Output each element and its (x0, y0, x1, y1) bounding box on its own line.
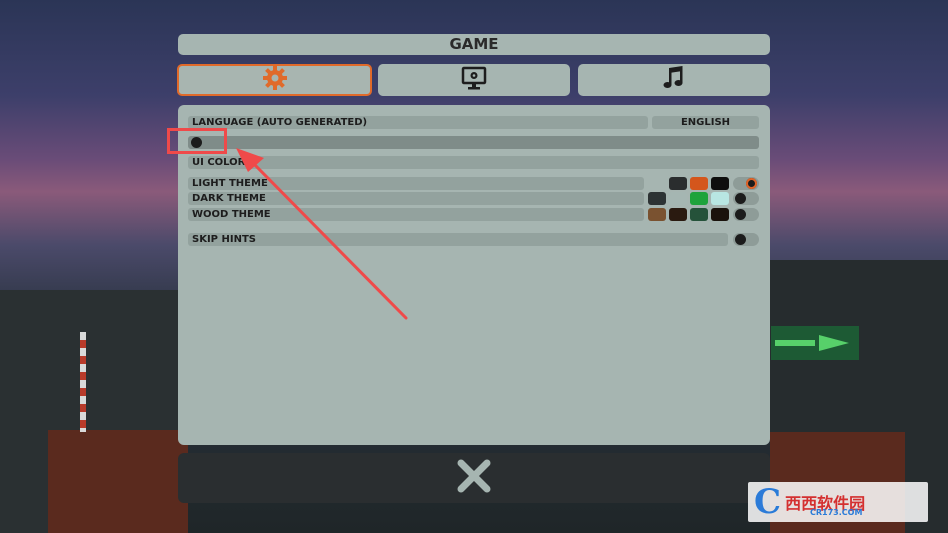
watermark-url: CR173.COM (810, 508, 863, 517)
close-button[interactable] (178, 453, 770, 503)
close-icon (456, 458, 492, 498)
watermark-logo-letter: C (754, 482, 782, 522)
watermark-logo: C 西西软件园 CR173.COM (748, 482, 928, 522)
